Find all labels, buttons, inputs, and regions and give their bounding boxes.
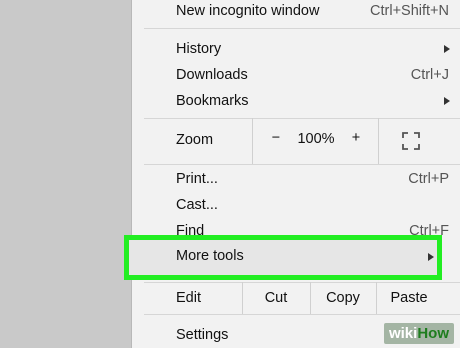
shortcut-label: Ctrl+P <box>408 171 449 187</box>
watermark-how: How <box>417 325 449 342</box>
zoom-level: 100% <box>297 131 335 147</box>
divider <box>252 118 253 164</box>
menu-item-downloads[interactable]: Downloads Ctrl+J <box>132 62 449 88</box>
divider <box>144 164 460 165</box>
menu-item-label: Bookmarks <box>176 93 249 109</box>
watermark-wiki: wiki <box>388 325 418 342</box>
edit-label: Edit <box>176 290 201 306</box>
zoom-out-button[interactable]: − <box>268 130 284 146</box>
menu-item-label: History <box>176 41 222 57</box>
wikihow-watermark: wikiHow <box>383 323 454 344</box>
menu-item-label: Settings <box>176 327 229 343</box>
zoom-label: Zoom <box>176 132 214 148</box>
divider <box>144 314 460 315</box>
chrome-menu: New incognito window Ctrl+Shift+N Histor… <box>132 0 460 348</box>
cut-button[interactable]: Cut <box>242 290 310 306</box>
menu-item-bookmarks[interactable]: Bookmarks <box>132 88 450 114</box>
menu-item-label: Print... <box>176 171 218 187</box>
zoom-in-button[interactable]: + <box>348 130 364 146</box>
divider <box>144 28 460 29</box>
highlight-box <box>124 235 442 280</box>
fullscreen-icon[interactable] <box>402 132 420 150</box>
copy-button[interactable]: Copy <box>310 290 376 306</box>
chevron-right-icon <box>444 45 450 53</box>
divider <box>378 118 379 164</box>
shortcut-label: Ctrl+J <box>410 67 449 83</box>
paste-button[interactable]: Paste <box>376 290 442 306</box>
menu-item-label: Cast... <box>176 197 218 213</box>
chevron-right-icon <box>444 97 450 105</box>
menu-item-new-incognito-window[interactable]: New incognito window Ctrl+Shift+N <box>132 0 449 24</box>
menu-item-cast[interactable]: Cast... <box>132 192 448 218</box>
shortcut-label: Ctrl+Shift+N <box>370 3 449 19</box>
menu-item-label: New incognito window <box>176 3 320 19</box>
menu-item-history[interactable]: History <box>132 36 450 62</box>
menu-item-print[interactable]: Print... Ctrl+P <box>132 166 449 192</box>
edit-row: Edit Cut Copy Paste <box>132 282 460 314</box>
menu-item-label: Downloads <box>176 67 248 83</box>
